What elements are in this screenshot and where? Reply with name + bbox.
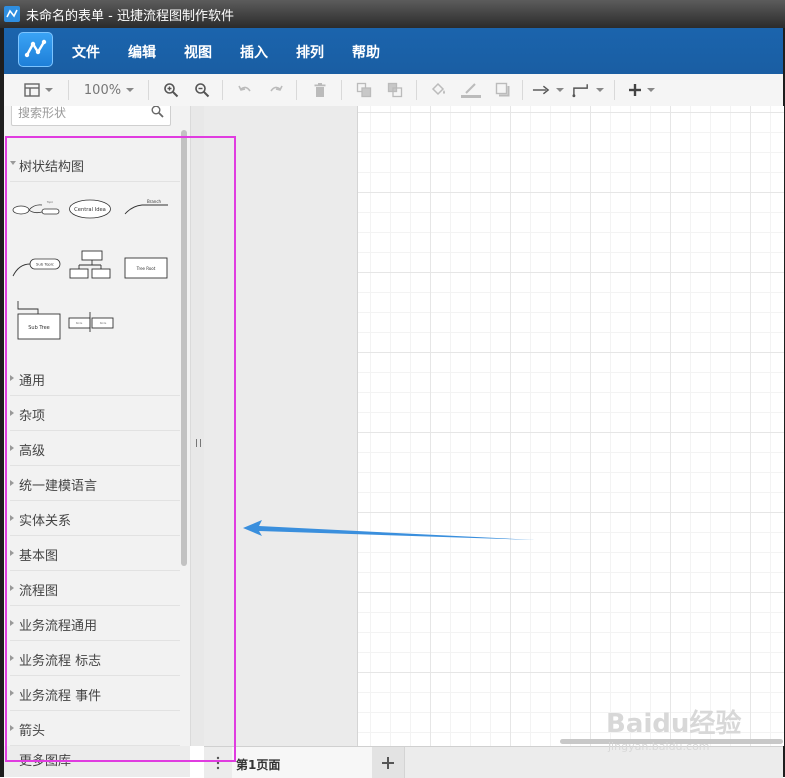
annotation-arrow-icon	[243, 520, 535, 540]
watermark-logo-text: Baidu经验	[606, 709, 742, 739]
watermark: Baidu经验 jingyan.baidu.com	[600, 700, 785, 777]
watermark-url: jingyan.baidu.com	[608, 740, 710, 753]
